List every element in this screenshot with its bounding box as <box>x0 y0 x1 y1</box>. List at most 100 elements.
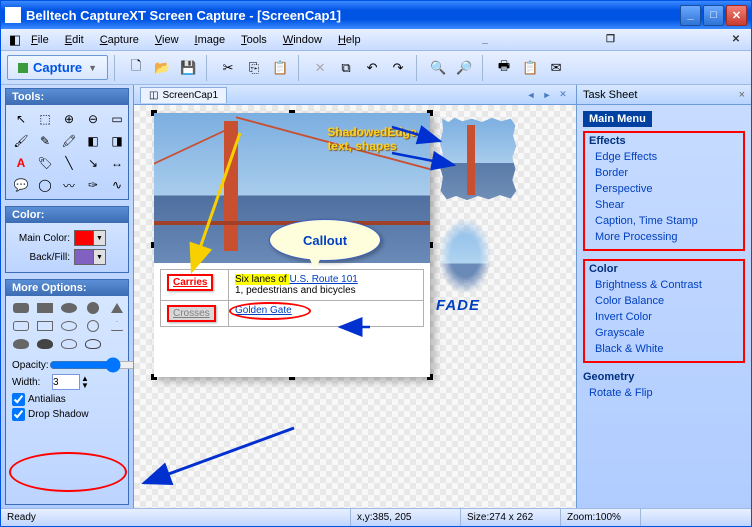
capture-icon <box>18 63 28 73</box>
ellipse-tool[interactable]: ◯ <box>34 175 56 195</box>
shape-cloud-fill[interactable] <box>10 336 32 352</box>
capture-button[interactable]: Capture ▼ <box>7 55 108 80</box>
tab-close-icon[interactable]: ✕ <box>556 88 570 102</box>
main-color-swatch[interactable] <box>74 230 94 246</box>
crop-button[interactable]: ⧉ <box>334 56 358 80</box>
link-rotate-flip[interactable]: Rotate & Flip <box>583 385 745 401</box>
shape-ellipse-fill[interactable] <box>58 300 80 316</box>
window-title: Belltech CaptureXT Screen Capture - [Scr… <box>26 8 678 23</box>
shape-rounded-rect-fill[interactable] <box>10 300 32 316</box>
shape-rect-fill[interactable] <box>34 300 56 316</box>
close-button[interactable]: ✕ <box>726 5 747 26</box>
dropshadow-checkbox[interactable] <box>12 408 25 421</box>
zoom-out-tool[interactable]: ⊖ <box>82 109 104 129</box>
minimize-button[interactable]: _ <box>680 5 701 26</box>
paste-button[interactable]: 📋 <box>268 56 292 80</box>
open-button[interactable]: 📂 <box>150 56 174 80</box>
arrow-tool[interactable]: ↘ <box>82 153 104 173</box>
doc-restore-button[interactable]: ❐ <box>604 33 618 47</box>
pencil-tool[interactable]: ✎ <box>34 131 56 151</box>
fade-thumbnail <box>439 219 491 293</box>
tab-next-icon[interactable]: ► <box>540 88 554 102</box>
freehand-tool[interactable]: ∿ <box>106 175 128 195</box>
clipboard-button[interactable]: 📋 <box>518 56 542 80</box>
selection-frame[interactable]: ShadowedEdge, text, shapes Callout Carri… <box>154 113 430 377</box>
shape-cloud2[interactable] <box>82 336 104 352</box>
menu-tools[interactable]: Tools <box>233 32 275 48</box>
link-shear[interactable]: Shear <box>589 197 739 213</box>
backfill-swatch[interactable] <box>74 249 94 265</box>
pointer-tool[interactable]: ↖ <box>10 109 32 129</box>
print-button[interactable]: 🖶 <box>492 56 516 80</box>
shape-rounded-rect[interactable] <box>10 318 32 334</box>
link-edge-effects[interactable]: Edge Effects <box>589 149 739 165</box>
link-brightness[interactable]: Brightness & Contrast <box>589 277 739 293</box>
text-tool[interactable]: A <box>10 153 32 173</box>
zoom-out-button[interactable]: 🔎 <box>452 56 476 80</box>
shape-cloud2-fill[interactable] <box>34 336 56 352</box>
new-button[interactable]: 🗋 <box>124 56 148 80</box>
doc-close-button[interactable]: ✕ <box>729 33 743 47</box>
width-input[interactable] <box>52 374 80 390</box>
shape-cloud[interactable] <box>58 336 80 352</box>
link-border[interactable]: Border <box>589 165 739 181</box>
zoom-in-button[interactable]: 🔍 <box>426 56 450 80</box>
save-button[interactable]: 💾 <box>176 56 200 80</box>
opacity-slider[interactable] <box>49 358 134 372</box>
eraser2-tool[interactable]: ◨ <box>106 131 128 151</box>
highlighter-tool[interactable]: 🖍 <box>58 131 80 151</box>
marquee-tool[interactable]: ▭ <box>106 109 128 129</box>
shape-triangle[interactable] <box>106 318 128 334</box>
shape-rect[interactable] <box>34 318 56 334</box>
select-tool[interactable]: ⬚ <box>34 109 56 129</box>
link-color-balance[interactable]: Color Balance <box>589 293 739 309</box>
backfill-dropdown[interactable]: ▼ <box>94 249 106 265</box>
email-button[interactable]: ✉ <box>544 56 568 80</box>
document-tab[interactable]: ◫ ScreenCap1 <box>140 87 227 103</box>
brush-tool[interactable]: 🖌 <box>10 131 32 151</box>
menu-file[interactable]: File <box>23 32 57 48</box>
line-tool[interactable]: ╲ <box>58 153 80 173</box>
shape-ellipse[interactable] <box>58 318 80 334</box>
maximize-button[interactable]: □ <box>703 5 724 26</box>
canvas[interactable]: ShadowedEdge, text, shapes Callout Carri… <box>134 105 576 508</box>
menu-capture[interactable]: Capture <box>92 32 147 48</box>
menu-window[interactable]: Window <box>275 32 330 48</box>
delete-button[interactable]: ✕ <box>308 56 332 80</box>
main-color-dropdown[interactable]: ▼ <box>94 230 106 246</box>
antialias-checkbox[interactable] <box>12 393 25 406</box>
status-ready: Ready <box>1 509 351 526</box>
link-bw[interactable]: Black & White <box>589 341 739 357</box>
stamp-tool[interactable]: 🏷 <box>34 153 56 173</box>
link-invert[interactable]: Invert Color <box>589 309 739 325</box>
link-grayscale[interactable]: Grayscale <box>589 325 739 341</box>
link-perspective[interactable]: Perspective <box>589 181 739 197</box>
doc-minimize-button[interactable]: _ <box>478 33 492 47</box>
task-sheet-close[interactable]: × <box>739 89 745 101</box>
curve-tool[interactable]: 〰 <box>58 175 80 195</box>
undo-button[interactable]: ↶ <box>360 56 384 80</box>
main-color-label: Main Color: <box>10 233 70 244</box>
copy-button[interactable]: ⎘ <box>242 56 266 80</box>
shadowed-edge-text: ShadowedEdge, text, shapes <box>327 125 420 154</box>
tab-prev-icon[interactable]: ◄ <box>524 88 538 102</box>
link-more-processing[interactable]: More Processing <box>589 229 739 245</box>
pen-tool[interactable]: ✑ <box>82 175 104 195</box>
eraser-tool[interactable]: ◧ <box>82 131 104 151</box>
menu-help[interactable]: Help <box>330 32 369 48</box>
status-extra <box>641 509 751 526</box>
width-spinner[interactable]: ▲▼ <box>81 375 89 389</box>
menu-image[interactable]: Image <box>187 32 234 48</box>
shape-triangle-fill[interactable] <box>106 300 128 316</box>
shape-circle[interactable] <box>82 318 104 334</box>
shape-circle-fill[interactable] <box>82 300 104 316</box>
zoom-in-tool[interactable]: ⊕ <box>58 109 80 129</box>
cut-button[interactable]: ✂ <box>216 56 240 80</box>
callout-tool[interactable]: 💬 <box>10 175 32 195</box>
menu-edit[interactable]: Edit <box>57 32 92 48</box>
double-arrow-tool[interactable]: ↔ <box>106 153 128 173</box>
redo-button[interactable]: ↷ <box>386 56 410 80</box>
link-caption[interactable]: Caption, Time Stamp <box>589 213 739 229</box>
menu-view[interactable]: View <box>147 32 187 48</box>
system-menu-icon[interactable]: ◧ <box>7 32 23 48</box>
